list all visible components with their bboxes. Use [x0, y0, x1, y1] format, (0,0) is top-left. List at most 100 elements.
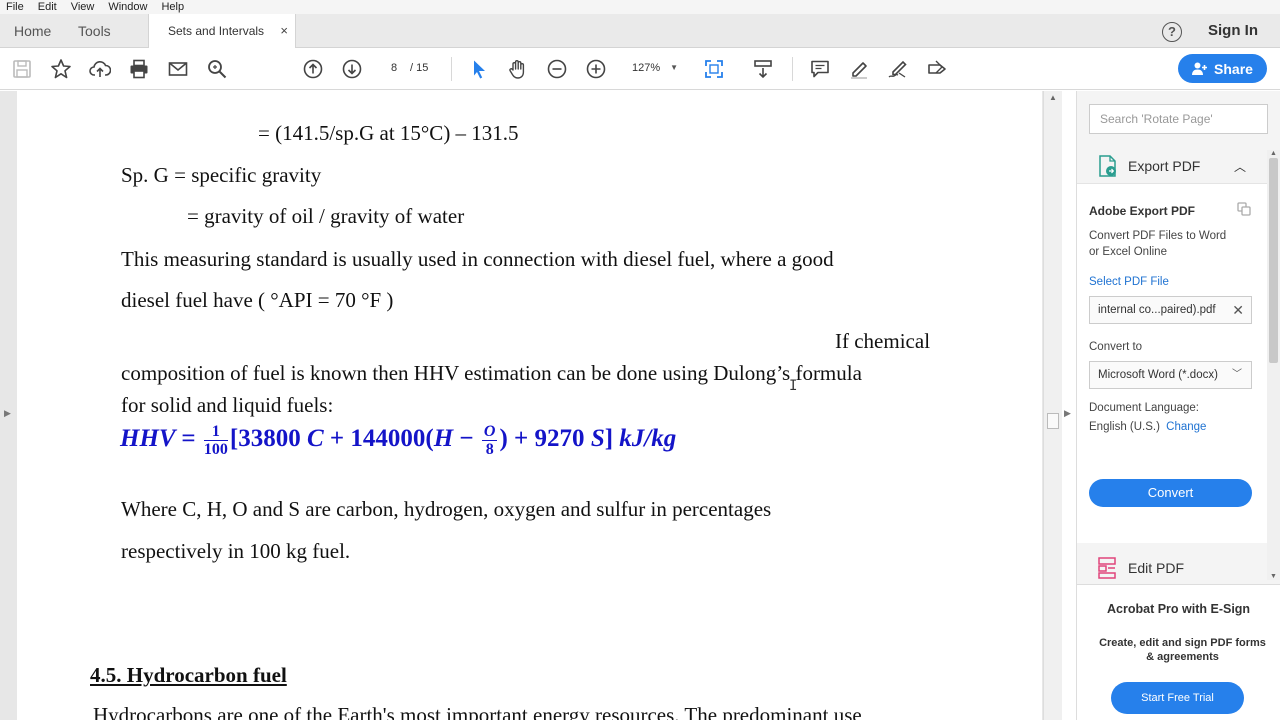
edit-pdf-tool[interactable]: Edit PDF — [1098, 556, 1184, 580]
document-text-line: for solid and liquid fuels: — [121, 393, 334, 417]
document-text-line: = gravity of oil / gravity of water — [187, 204, 465, 228]
selected-file-name: internal co...paired).pdf — [1098, 304, 1216, 316]
select-pdf-file-link[interactable]: Select PDF File — [1089, 276, 1169, 288]
document-language-row: English (U.S.) Change — [1089, 421, 1206, 433]
tools-pane-scrollbar[interactable]: ▲ ▼ — [1267, 150, 1280, 580]
chevron-down-icon: ﹀ — [1232, 369, 1242, 380]
promo-title: Acrobat Pro with E-Sign — [1107, 602, 1251, 616]
document-text-line: If chemical — [835, 329, 931, 353]
save-icon[interactable] — [10, 57, 34, 81]
document-text-line: Hydrocarbons are one of the Earth's most… — [93, 703, 862, 720]
scroll-up-icon[interactable]: ▲ — [1049, 93, 1057, 102]
document-text-line: Where C, H, O and S are carbon, hydrogen… — [121, 497, 772, 521]
divider — [792, 57, 793, 81]
document-language-value: English (U.S.) — [1089, 421, 1160, 433]
document-text-line: diesel fuel have ( °API = 70 °F ) — [121, 288, 394, 312]
adobe-export-description: Convert PDF Files to Word or Excel Onlin… — [1089, 230, 1227, 258]
tab-tools[interactable]: Tools — [78, 14, 111, 48]
formula-var-c: C — [306, 425, 324, 453]
menu-edit[interactable]: Edit — [38, 0, 57, 14]
convert-format-value: Microsoft Word (*.docx) — [1098, 369, 1218, 381]
share-button[interactable]: Share — [1178, 54, 1267, 83]
adobe-export-title: Adobe Export PDF — [1089, 204, 1196, 218]
draw-sign-icon[interactable] — [886, 57, 910, 81]
formula-units: kJ/kg — [619, 425, 677, 453]
formula-var-s: S — [590, 425, 605, 453]
convert-to-label: Convert to — [1089, 341, 1143, 353]
scroll-thumb[interactable] — [1047, 413, 1059, 429]
tab-home[interactable]: Home — [14, 14, 51, 48]
print-icon[interactable] — [127, 57, 151, 81]
next-page-icon[interactable] — [340, 57, 364, 81]
text-cursor-icon: I — [789, 378, 798, 394]
export-pdf-label: Export PDF — [1128, 158, 1201, 174]
fraction-numerator: 1 — [203, 423, 228, 441]
formula-term: ] — [604, 425, 614, 453]
fraction-numerator: O — [481, 423, 498, 441]
tab-document-label: Sets and Intervals — [168, 24, 265, 38]
document-text-line: = (141.5/sp.G at 15°C) – 131.5 — [258, 121, 519, 145]
convert-format-select[interactable]: Microsoft Word (*.docx) ﹀ — [1089, 361, 1252, 389]
edit-pdf-icon — [1098, 557, 1116, 579]
scroll-thumb[interactable] — [1269, 158, 1278, 363]
export-pdf-header[interactable]: Export PDF ︿ — [1098, 154, 1258, 178]
expand-left-panel-icon[interactable]: ▶ — [4, 408, 11, 419]
pdf-page: = (141.5/sp.G at 15°C) – 131.5 Sp. G = s… — [17, 91, 1042, 720]
hand-tool-icon[interactable] — [506, 57, 530, 81]
document-text-line: composition of fuel is known then HHV es… — [121, 361, 862, 385]
email-icon[interactable] — [166, 57, 190, 81]
start-free-trial-button[interactable]: Start Free Trial — [1111, 682, 1244, 714]
page-number-input[interactable]: 8 — [381, 58, 407, 78]
formula-term: ) + 9270 — [499, 425, 585, 453]
tab-document[interactable]: Sets and Intervals × — [148, 14, 296, 48]
scroll-mode-icon[interactable] — [751, 57, 775, 81]
star-icon[interactable] — [49, 57, 73, 81]
select-cursor-icon[interactable] — [467, 57, 491, 81]
menu-view[interactable]: View — [71, 0, 95, 14]
fraction-denominator: 100 — [203, 441, 228, 458]
menu-window[interactable]: Window — [108, 0, 147, 14]
zoom-out-icon[interactable] — [545, 57, 569, 81]
fraction-denominator: 8 — [485, 441, 494, 458]
convert-button[interactable]: Convert — [1089, 479, 1252, 507]
section-heading: 4.5. Hydrocarbon fuel — [90, 663, 287, 687]
divider — [451, 57, 452, 81]
upload-cloud-icon[interactable] — [88, 57, 112, 81]
tools-search-input[interactable]: Search 'Rotate Page' — [1089, 104, 1268, 134]
help-icon[interactable]: ? — [1162, 22, 1182, 42]
share-label: Share — [1214, 60, 1253, 77]
stamp-icon[interactable] — [925, 57, 949, 81]
menu-help[interactable]: Help — [161, 0, 184, 14]
document-text-line: Sp. G = specific gravity — [121, 163, 322, 187]
copy-icon[interactable] — [1237, 202, 1251, 219]
page-count: / 15 — [410, 62, 429, 74]
page-fit-icon[interactable] — [702, 57, 726, 81]
highlight-pen-icon[interactable] — [847, 57, 871, 81]
close-tab-icon[interactable]: × — [280, 14, 288, 48]
dulong-formula: HHV = 1 100 [33800 C + 144000(H − O 8) + 92… — [120, 423, 676, 458]
document-text-line: This measuring standard is usually used … — [121, 247, 834, 271]
edit-pdf-label: Edit PDF — [1128, 560, 1185, 576]
selected-file-field[interactable]: internal co...paired).pdf ✕ — [1089, 296, 1252, 324]
collapse-right-panel-icon[interactable]: ▶ — [1064, 408, 1071, 419]
document-scrollbar[interactable]: ▲ — [1043, 91, 1062, 720]
document-text-line: respectively in 100 kg fuel. — [121, 539, 351, 563]
change-language-link[interactable]: Change — [1166, 421, 1206, 433]
clear-file-icon[interactable]: ✕ — [1232, 297, 1244, 323]
formula-fraction: 1 100 — [203, 423, 228, 458]
comment-icon[interactable] — [808, 57, 832, 81]
sign-in-button[interactable]: Sign In — [1208, 14, 1258, 48]
export-pdf-icon — [1099, 155, 1116, 177]
document-language-label: Document Language: — [1089, 402, 1199, 414]
search-icon[interactable] — [205, 57, 229, 81]
scroll-up-icon[interactable]: ▲ — [1270, 150, 1277, 157]
scroll-down-icon[interactable]: ▼ — [1270, 573, 1277, 580]
zoom-value: 127% — [632, 62, 661, 74]
previous-page-icon[interactable] — [301, 57, 325, 81]
chevron-up-icon[interactable]: ︿ — [1234, 158, 1246, 175]
zoom-select[interactable]: 127% ▼ — [624, 56, 684, 80]
menu-file[interactable]: File — [6, 0, 24, 14]
formula-equals: = — [181, 425, 196, 453]
zoom-in-icon[interactable] — [584, 57, 608, 81]
formula-fraction: O8 — [481, 423, 498, 458]
